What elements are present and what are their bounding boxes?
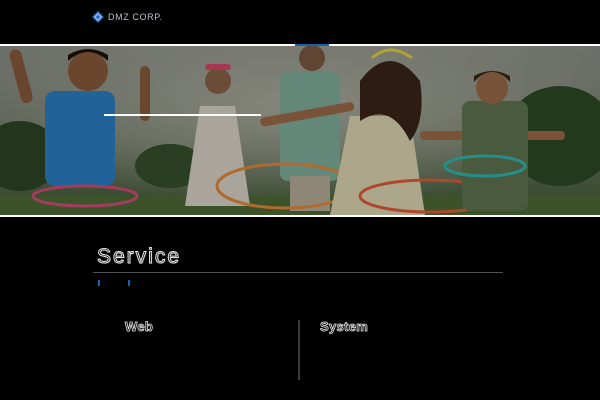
- hero-caption-line: [104, 114, 261, 116]
- hero-banner: [0, 44, 600, 217]
- hero-photo: [0, 46, 600, 215]
- services-divider: [93, 272, 503, 273]
- services-tick-right: [128, 280, 130, 286]
- services-heading: Service: [96, 245, 182, 268]
- page: DMZ CORP. Service Web System: [0, 0, 600, 400]
- company-logo-link[interactable]: DMZ CORP.: [92, 11, 163, 23]
- service-link-system[interactable]: System: [320, 320, 369, 334]
- service-link-web[interactable]: Web: [125, 320, 154, 334]
- diamond-logo-icon: [92, 11, 104, 23]
- hero-slide-indicator[interactable]: [295, 44, 329, 46]
- logo-text: DMZ CORP.: [108, 12, 163, 22]
- service-column-divider: [298, 320, 300, 380]
- services-tick-left: [98, 280, 100, 286]
